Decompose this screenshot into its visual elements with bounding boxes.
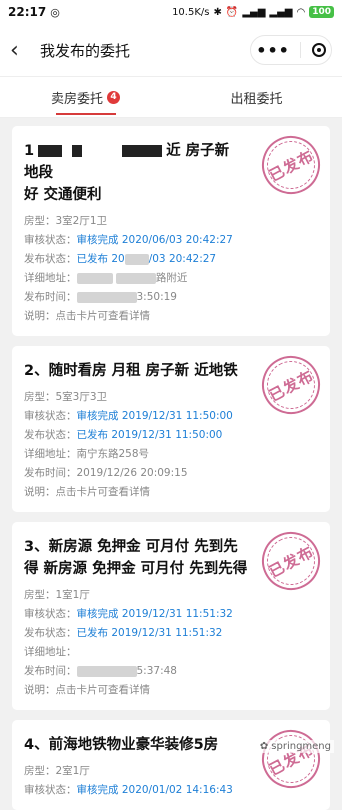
card-time-row: 发布时间：2019/12/26 20:09:15 — [24, 467, 188, 479]
card-time-row: 发布时间： 5:37:48 — [24, 665, 177, 677]
card-note-row: 说明：点击卡片可查看详情 — [24, 684, 150, 696]
wechat-icon: ✿ — [259, 741, 269, 752]
card-publish-row: 发布状态：已发布 2019/12/31 11:50:00 — [24, 429, 223, 441]
status-bar: 22:17 ◎ 10.5K/s ✱ ⏰ ▂▄▆ ▂▄▆ ◠ 100 — [0, 0, 342, 24]
app-notify-icon: ◎ — [50, 5, 60, 19]
card-publish-row: 发布状态：已发布 20/03 20:42:27 — [24, 253, 217, 265]
more-icon[interactable]: ••• — [256, 41, 290, 60]
commission-card[interactable]: 已发布 3、新房源 免押金 可月付 先到先得 新房源 免押金 可月付 先到先得 … — [12, 522, 330, 710]
page-title: 我发布的委托 — [40, 41, 131, 60]
card-review-row: 审核状态：审核完成 2019/12/31 11:50:00 — [24, 410, 233, 422]
bluetooth-icon: ✱ — [213, 6, 222, 18]
card-note-row: 说明：点击卡片可查看详情 — [24, 486, 150, 498]
commission-card[interactable]: 已发布 2、随时看房 月租 房子新 近地铁 房型：5室3厅3卫 审核状态：审核完… — [12, 346, 330, 512]
tab-bar: 卖房委托 4 出租委托 — [0, 76, 342, 118]
tab-rent-label: 出租委托 — [230, 91, 283, 107]
mini-program-capsule: ••• — [250, 35, 332, 65]
nav-bar: ‹ 我发布的委托 ••• — [0, 24, 342, 76]
tab-sell-label: 卖房委托 — [50, 91, 103, 107]
status-time: 22:17 — [8, 5, 47, 19]
signal2-icon: ▂▄▆ — [269, 6, 293, 18]
network-speed: 10.5K/s — [172, 6, 210, 18]
commission-list: 已发布 1近 房子新 地段 好 交通便利 房型：3室2厅1卫 审核状态：审核完成… — [0, 118, 342, 810]
commission-card[interactable]: 已发布 4、前海地铁物业豪华装修5房 房型：2室1厅 审核状态：审核完成 202… — [12, 720, 330, 810]
card-review-row: 审核状态：审核完成 2020/01/02 14:16:43 — [24, 784, 233, 796]
card-review-row: 审核状态：审核完成 2019/12/31 11:51:32 — [24, 608, 233, 620]
tab-sell[interactable]: 卖房委托 4 — [0, 77, 171, 117]
back-icon[interactable]: ‹ — [10, 38, 36, 63]
battery-icon: 100 — [309, 6, 334, 18]
alarm-icon: ⏰ — [225, 6, 239, 18]
card-review-row: 审核状态：审核完成 2020/06/03 20:42:27 — [24, 234, 233, 246]
card-publish-row: 发布状态：已发布 2019/12/31 11:51:32 — [24, 627, 223, 639]
close-program-icon[interactable] — [311, 43, 326, 57]
card-addr-row: 详细地址： 路附近 — [24, 272, 188, 284]
card-addr-row: 详细地址：南宁东路258号 — [24, 448, 150, 460]
wifi-icon: ◠ — [296, 6, 306, 18]
card-type-row: 房型：1室1厅 — [24, 589, 90, 601]
commission-card[interactable]: 已发布 1近 房子新 地段 好 交通便利 房型：3室2厅1卫 审核状态：审核完成… — [12, 126, 330, 336]
tab-rent[interactable]: 出租委托 — [171, 77, 342, 117]
signal-icon: ▂▄▆ — [242, 6, 266, 18]
card-addr-row: 详细地址： — [24, 646, 77, 658]
watermark: ✿ springmeng — [256, 740, 334, 753]
card-note-row: 说明：点击卡片可查看详情 — [24, 310, 150, 322]
tab-sell-badge: 4 — [107, 90, 120, 104]
capsule-divider — [300, 42, 302, 58]
card-type-row: 房型：3室2厅1卫 — [24, 215, 108, 227]
card-time-row: 发布时间： 3:50:19 — [24, 291, 177, 303]
